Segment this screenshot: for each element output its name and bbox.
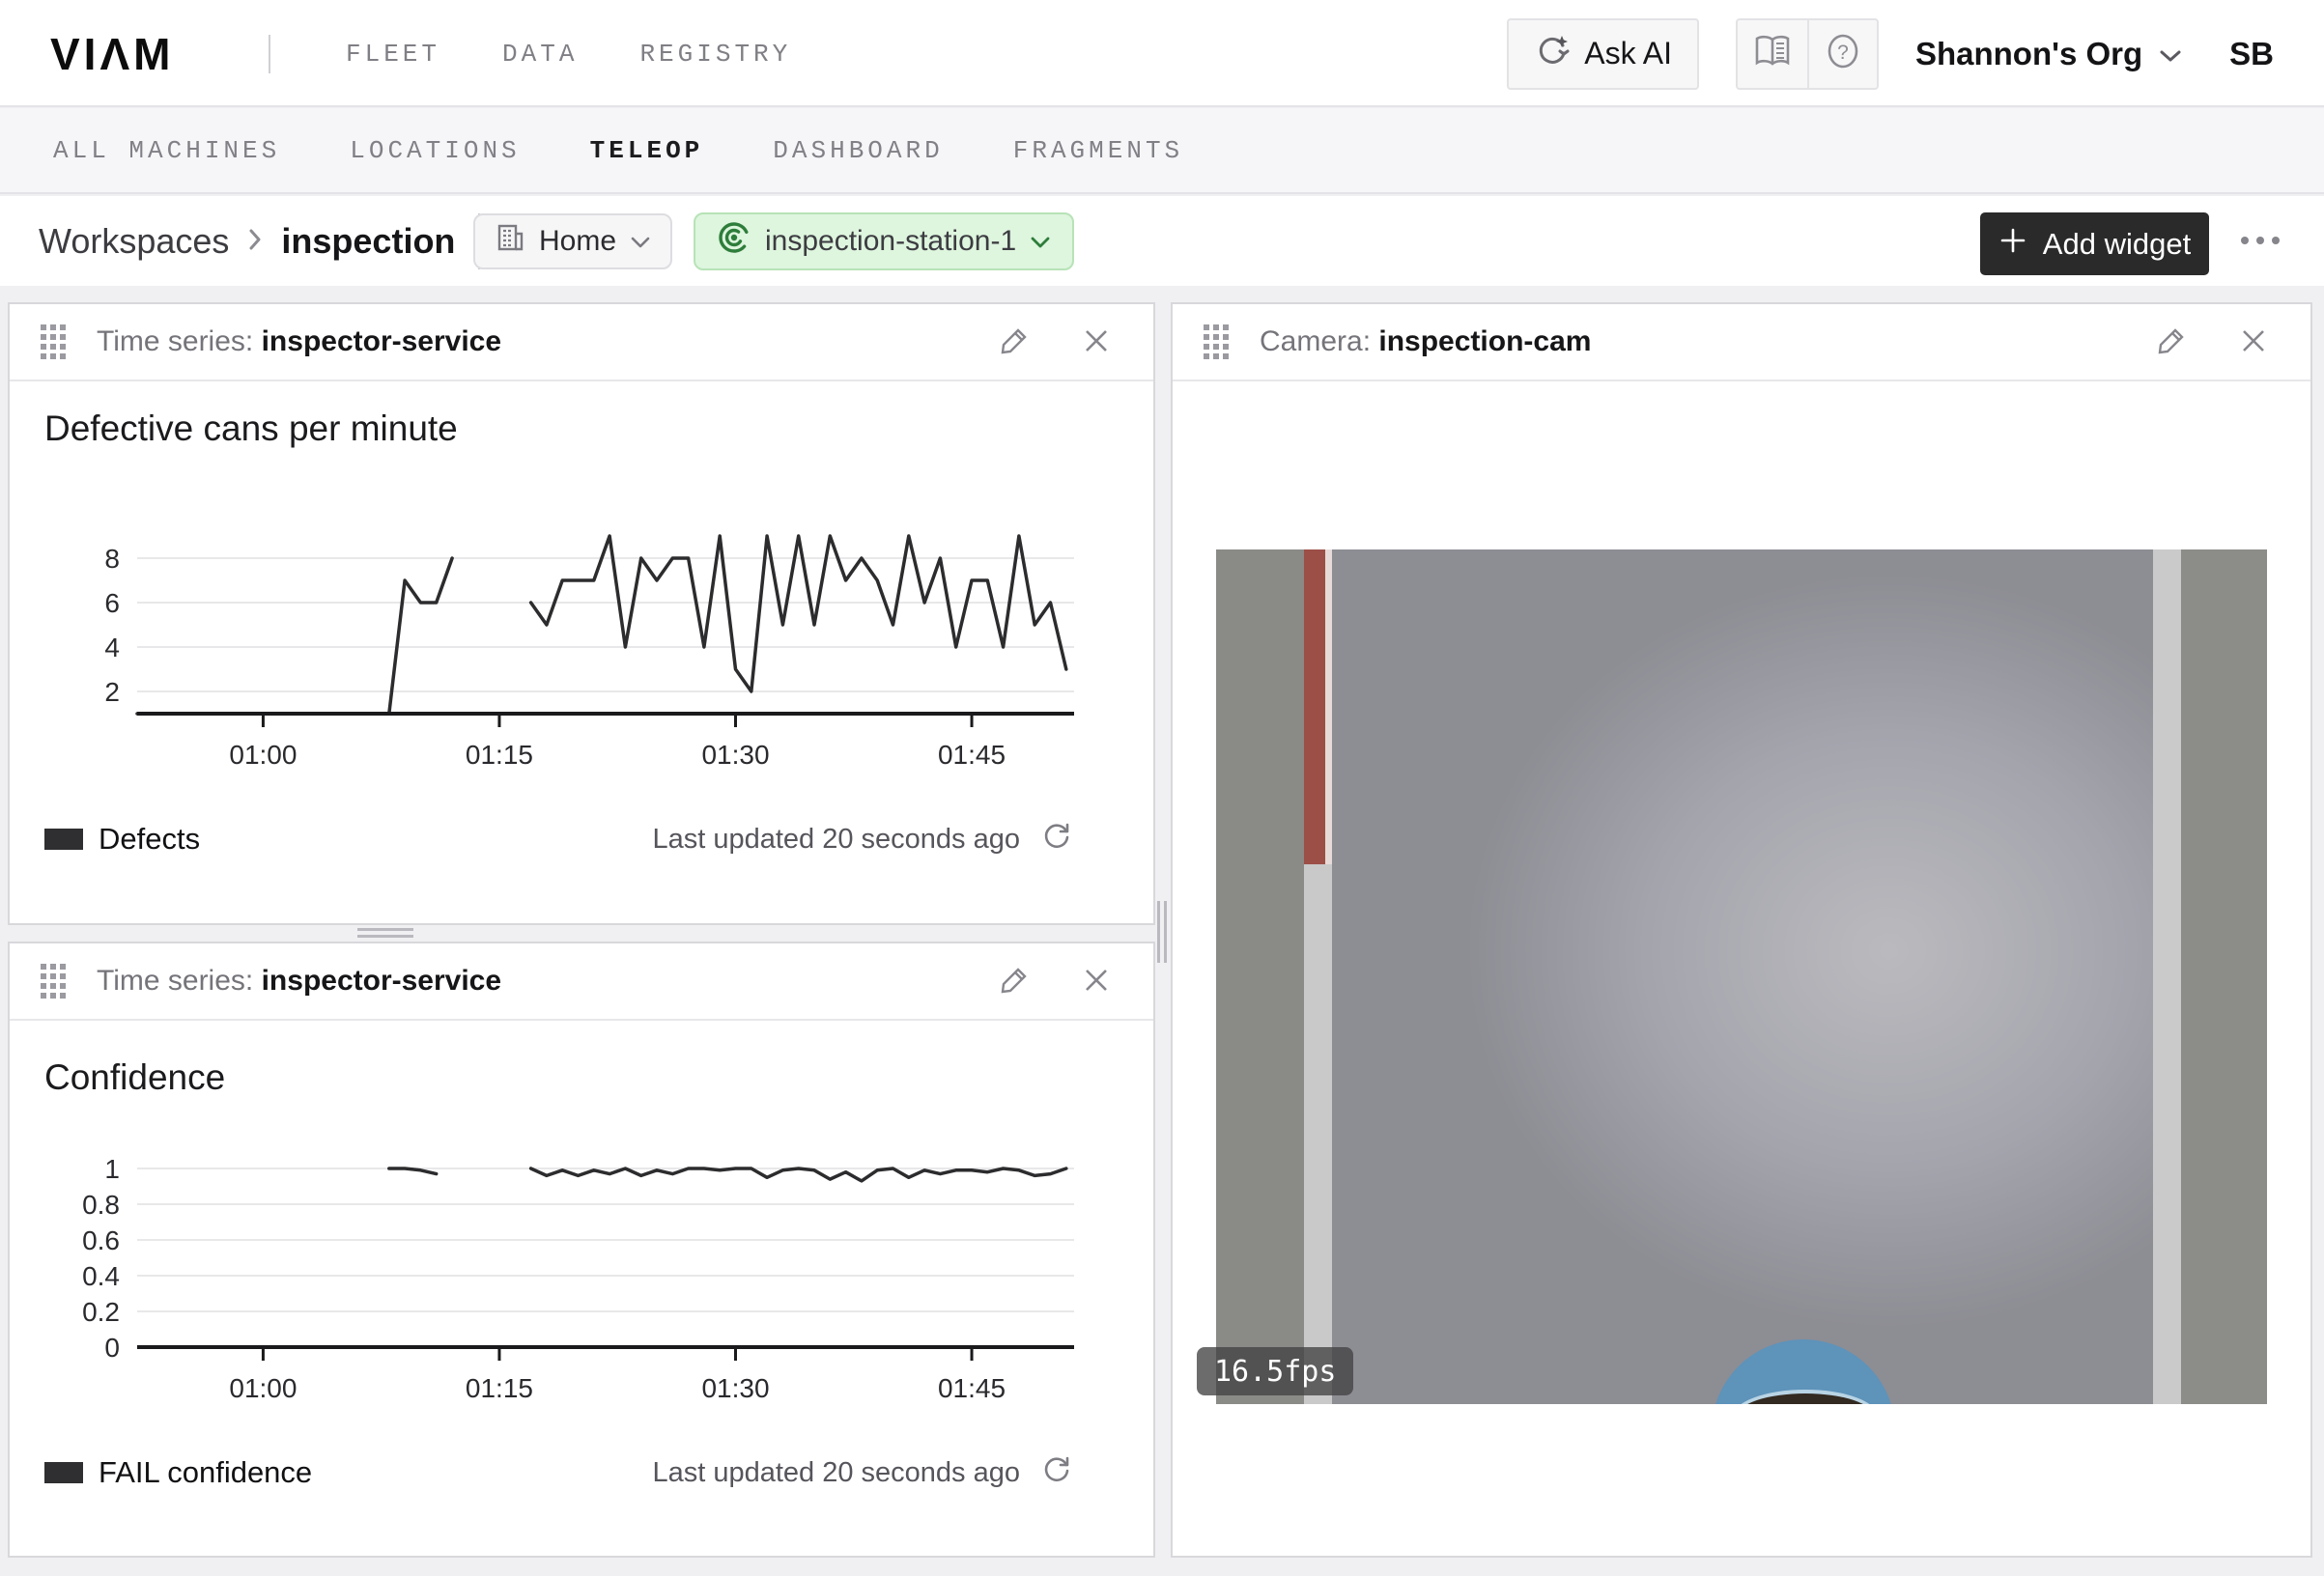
- svg-text:0.6: 0.6: [82, 1225, 120, 1255]
- svg-text:0.2: 0.2: [82, 1297, 120, 1327]
- ask-ai-label: Ask AI: [1584, 36, 1672, 71]
- question-mark-icon: ?: [1824, 32, 1862, 75]
- nav-item-data[interactable]: DATA: [502, 40, 578, 69]
- viam-logo[interactable]: VIΛM: [50, 0, 174, 107]
- fps-badge: 16.5fps: [1197, 1347, 1353, 1395]
- plus-icon: [1998, 226, 2027, 263]
- chevron-down-icon: [630, 225, 651, 258]
- svg-text:0.8: 0.8: [82, 1190, 120, 1220]
- svg-text:01:00: 01:00: [229, 1373, 297, 1403]
- org-name: Shannon's Org: [1915, 36, 2142, 72]
- legend-swatch: [44, 1462, 83, 1483]
- legend-label: Defects: [99, 822, 200, 857]
- svg-text:01:15: 01:15: [466, 1373, 533, 1403]
- help-button[interactable]: ?: [1807, 20, 1877, 88]
- breadcrumb-workspace-name[interactable]: inspection: [281, 221, 455, 262]
- add-widget-button[interactable]: Add widget: [1980, 212, 2209, 275]
- svg-text:1: 1: [104, 1154, 120, 1184]
- camera-can-opening: [1733, 1390, 1878, 1404]
- ask-ai-button[interactable]: Ask AI: [1507, 18, 1699, 90]
- svg-text:01:45: 01:45: [938, 740, 1006, 770]
- timeseries-widget-defects: Time series: inspector-service Defective…: [8, 302, 1155, 925]
- svg-text:8: 8: [104, 544, 120, 574]
- nav-item-fleet[interactable]: FLEET: [346, 40, 440, 69]
- breadcrumb-workspaces[interactable]: Workspaces: [39, 221, 229, 262]
- header-actions: Ask AI ?: [1507, 0, 2274, 107]
- workspace-toolbar: Workspaces inspection Home: [0, 196, 2324, 286]
- tab-locations[interactable]: LOCATIONS: [350, 136, 520, 165]
- svg-text:01:00: 01:00: [229, 740, 297, 770]
- machine-selector[interactable]: inspection-station-1: [694, 212, 1074, 270]
- workspace-view-label: Home: [539, 225, 616, 258]
- camera-red-stripe: [1304, 549, 1325, 864]
- docs-button[interactable]: [1738, 20, 1807, 88]
- user-avatar[interactable]: SB: [2229, 36, 2274, 72]
- legend-swatch: [44, 829, 83, 850]
- camera-widget: Camera: inspection-cam: [1171, 302, 2312, 1558]
- building-icon: [495, 222, 525, 261]
- tab-fragments[interactable]: FRAGMENTS: [1013, 136, 1183, 165]
- camera-lower-stripe: [1304, 864, 1332, 1404]
- legend-label: FAIL confidence: [99, 1455, 312, 1490]
- column-resize-handle[interactable]: [1157, 901, 1167, 963]
- svg-text:01:30: 01:30: [701, 1373, 769, 1403]
- camera-left-band: [1216, 549, 1304, 1404]
- workspace-view-selector[interactable]: Home: [473, 213, 672, 269]
- svg-text:6: 6: [104, 588, 120, 618]
- widget-header: Camera: inspection-cam: [1173, 304, 2310, 381]
- legend-entry: Defects: [44, 822, 200, 857]
- legend-entry: FAIL confidence: [44, 1455, 312, 1490]
- org-selector[interactable]: Shannon's Org: [1915, 36, 2183, 72]
- help-icon-group: ?: [1736, 18, 1879, 90]
- last-updated-text: Last updated 20 seconds ago: [652, 824, 1020, 856]
- primary-nav: FLEET DATA REGISTRY: [346, 0, 791, 107]
- chart-legend-row: Defects Last updated 20 seconds ago: [44, 820, 1072, 858]
- svg-text:01:45: 01:45: [938, 1373, 1006, 1403]
- chart-legend-row: FAIL confidence Last updated 20 seconds …: [44, 1453, 1072, 1492]
- camera-pale-stripe: [1325, 549, 1332, 864]
- ai-sparkle-icon: [1534, 32, 1571, 76]
- nav-item-registry[interactable]: REGISTRY: [639, 40, 791, 69]
- more-options-button[interactable]: [2241, 237, 2280, 244]
- machine-online-icon: [717, 220, 751, 263]
- svg-text:01:30: 01:30: [701, 740, 769, 770]
- svg-text:0.4: 0.4: [82, 1261, 120, 1291]
- breadcrumb: Workspaces inspection: [39, 196, 480, 286]
- top-header: VIΛM FLEET DATA REGISTRY Ask AI: [0, 0, 2324, 107]
- row-resize-handle[interactable]: [357, 928, 413, 938]
- chevron-down-icon: [1030, 225, 1051, 258]
- tab-teleop[interactable]: TELEOP: [590, 136, 704, 165]
- tab-all-machines[interactable]: ALL MACHINES: [53, 136, 280, 165]
- camera-right-stripe: [2153, 549, 2181, 1404]
- add-widget-label: Add widget: [2043, 227, 2191, 262]
- close-icon[interactable]: [2239, 326, 2268, 360]
- camera-stream-image: [1216, 549, 2267, 1404]
- fleet-tabs: ALL MACHINES LOCATIONS TELEOP DASHBOARD …: [0, 108, 2324, 194]
- edit-pencil-icon[interactable]: [2156, 325, 2187, 361]
- chevron-right-icon: [246, 221, 264, 262]
- svg-text:01:15: 01:15: [466, 740, 533, 770]
- machine-name: inspection-station-1: [765, 225, 1016, 258]
- svg-text:2: 2: [104, 677, 120, 707]
- tab-dashboard[interactable]: DASHBOARD: [773, 136, 943, 165]
- camera-can-object: [1712, 1339, 1895, 1404]
- svg-text:0: 0: [104, 1333, 120, 1363]
- chevron-down-icon: [2158, 36, 2183, 72]
- refresh-icon[interactable]: [1041, 1453, 1072, 1492]
- last-updated-text: Last updated 20 seconds ago: [652, 1457, 1020, 1489]
- teleop-page: VIΛM FLEET DATA REGISTRY Ask AI: [0, 0, 2324, 1576]
- widget-title: Camera: inspection-cam: [1260, 325, 1591, 358]
- logo-divider: [269, 35, 270, 73]
- svg-text:4: 4: [104, 633, 120, 662]
- refresh-icon[interactable]: [1041, 820, 1072, 858]
- camera-right-band: [2181, 549, 2267, 1404]
- svg-text:?: ?: [1837, 42, 1849, 64]
- drag-handle-icon[interactable]: [1204, 324, 1229, 359]
- book-icon: [1753, 35, 1792, 72]
- timeseries-widget-confidence: Time series: inspector-service Confidenc…: [8, 942, 1155, 1558]
